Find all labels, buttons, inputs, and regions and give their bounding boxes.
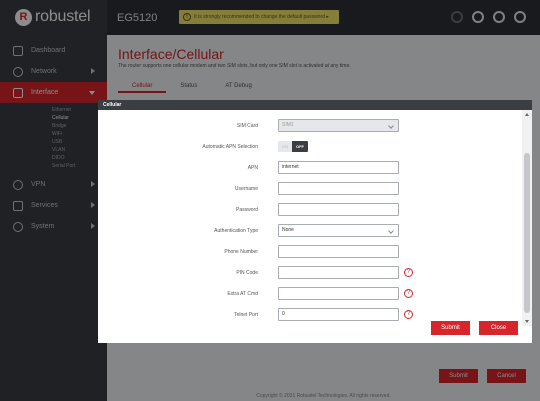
extra-at-cmd-input[interactable] <box>278 287 399 300</box>
submit-button[interactable]: Submit <box>431 321 470 335</box>
apn-input[interactable]: internet <box>278 161 399 174</box>
scroll-down-icon[interactable] <box>525 320 529 323</box>
telnet-port-input[interactable]: 0 <box>278 308 399 321</box>
scroll-up-icon[interactable] <box>525 113 529 116</box>
form-row-password: Password <box>98 203 522 217</box>
form-row-telnet-port: Telnet Port 0 ? <box>98 308 522 322</box>
scrollbar-thumb[interactable] <box>524 153 530 313</box>
username-input[interactable] <box>278 182 399 195</box>
form-row-phone-number: Phone Number <box>98 245 522 259</box>
auto-apn-label: Automatic APN Selection <box>202 144 258 150</box>
form-row-auto-apn: Automatic APN Selection ON OFF <box>98 140 522 154</box>
username-label: Username <box>234 186 258 192</box>
extra-at-cmd-label: Extra AT Cmd <box>227 291 258 297</box>
help-icon[interactable]: ? <box>404 268 413 277</box>
toggle-on: ON <box>278 141 292 152</box>
telnet-port-label: Telnet Port <box>234 312 258 318</box>
phone-number-label: Phone Number <box>224 249 258 255</box>
help-icon[interactable]: ? <box>404 310 413 319</box>
password-input[interactable] <box>278 203 399 216</box>
help-icon[interactable]: ? <box>404 289 413 298</box>
auth-type-label: Authentication Type <box>214 228 258 234</box>
sim-card-select: SIM1 <box>278 119 399 132</box>
form-row-extra-at-cmd: Extra AT Cmd ? <box>98 287 522 301</box>
pin-code-label: PIN Code <box>236 270 258 276</box>
close-button[interactable]: Close <box>479 321 518 335</box>
form-row-sim-card: SIM Card SIM1 <box>98 119 522 133</box>
dialog-title: Cellular <box>98 100 532 110</box>
form-row-pin-code: PIN Code ? <box>98 266 522 280</box>
dialog-scrollbar[interactable] <box>522 110 532 326</box>
form-row-auth-type: Authentication Type None <box>98 224 522 238</box>
auth-type-select[interactable]: None <box>278 224 399 237</box>
pin-code-input[interactable] <box>278 266 399 279</box>
toggle-off: OFF <box>292 141 308 152</box>
dialog-actions: Submit Close <box>422 321 518 335</box>
dialog-body: SIM Card SIM1 Automatic APN Selection ON… <box>98 110 522 326</box>
password-label: Password <box>236 207 258 213</box>
apn-label: APN <box>247 165 258 171</box>
form-row-apn: APN internet <box>98 161 522 175</box>
phone-number-input[interactable] <box>278 245 399 258</box>
auto-apn-toggle[interactable]: ON OFF <box>278 141 308 152</box>
sim-card-label: SIM Card <box>236 123 258 129</box>
cellular-dialog: Cellular SIM Card SIM1 Automatic APN Sel… <box>98 100 532 343</box>
form-row-username: Username <box>98 182 522 196</box>
